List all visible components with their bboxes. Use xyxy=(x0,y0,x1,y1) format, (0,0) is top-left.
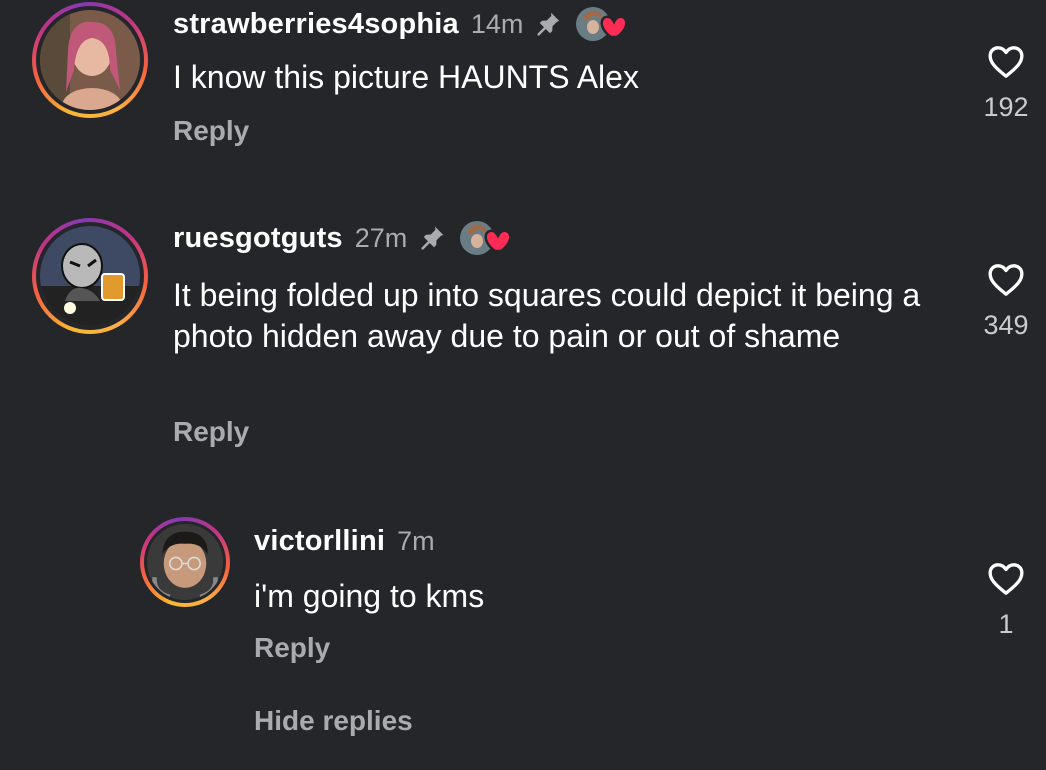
comment-timestamp: 14m xyxy=(470,8,524,39)
comment-text: I know this picture HAUNTS Alex xyxy=(173,59,639,95)
like-count: 349 xyxy=(983,310,1029,340)
reply-button[interactable]: Reply xyxy=(173,115,249,147)
comment-username[interactable]: strawberries4sophia xyxy=(173,8,459,41)
reply-text: i'm going to kms xyxy=(254,578,485,614)
hide-replies-button[interactable]: Hide replies xyxy=(254,705,413,737)
reply-username[interactable]: victorllini xyxy=(254,525,385,558)
creator-liked-badge-icon xyxy=(459,219,517,257)
like-button[interactable]: 349 xyxy=(966,260,1046,341)
like-count: 192 xyxy=(983,92,1029,122)
like-count: 1 xyxy=(998,609,1014,639)
comment-text: It being folded up into squares could de… xyxy=(173,277,921,354)
reply-timestamp: 7m xyxy=(397,525,435,556)
avatar[interactable] xyxy=(32,218,148,334)
creator-liked-badge-icon xyxy=(575,5,633,43)
pin-icon xyxy=(533,9,563,39)
avatar-image xyxy=(40,10,140,110)
avatar[interactable] xyxy=(140,517,230,607)
reply-button[interactable]: Reply xyxy=(254,632,330,664)
comment-username[interactable]: ruesgotguts xyxy=(173,222,343,255)
comment-timestamp: 27m xyxy=(354,222,408,253)
avatar[interactable] xyxy=(32,2,148,118)
reply-button[interactable]: Reply xyxy=(173,416,249,448)
avatar-image xyxy=(40,226,140,326)
heart-outline-icon xyxy=(988,563,1024,595)
heart-outline-icon xyxy=(988,46,1024,78)
heart-outline-icon xyxy=(988,264,1024,296)
avatar-image xyxy=(147,524,223,600)
like-button[interactable]: 1 xyxy=(966,559,1046,640)
pin-icon xyxy=(417,223,447,253)
like-button[interactable]: 192 xyxy=(966,42,1046,123)
